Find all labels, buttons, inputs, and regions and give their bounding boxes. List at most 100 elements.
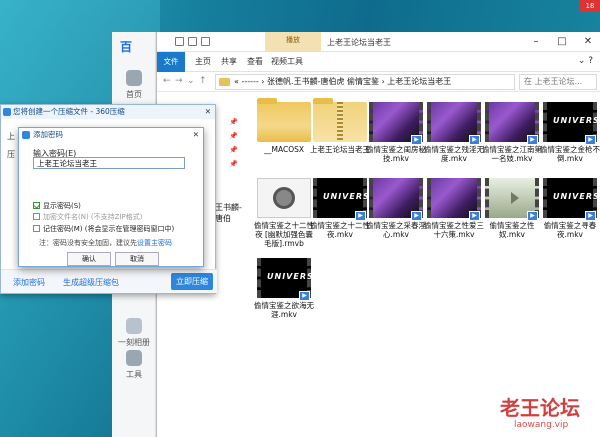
- file-item[interactable]: UNIVERSE ▶ 偷情宝鉴之十二性夜.mkv: [309, 178, 375, 239]
- app-360-icon: [3, 108, 11, 116]
- password-dialog-header: 添加密码 ✕: [19, 128, 203, 142]
- play-icon: ▶: [585, 211, 596, 221]
- file-item[interactable]: ▶ 偷情宝鉴之性奴.mkv: [481, 178, 543, 239]
- address-bar-row: ← → ⌄ ↑ « ------ › 张德帆.王书麟-唐伯虎 偷情宝鉴 › 上老…: [157, 72, 600, 92]
- file-name: 上老王论坛当老王: [310, 145, 370, 154]
- album-icon: [126, 318, 142, 334]
- set-master-password-link[interactable]: 设置主密码: [137, 239, 172, 247]
- watermark-url: laowang.vip: [514, 420, 569, 430]
- left-label: 上: [7, 132, 15, 141]
- minimize-button[interactable]: –: [523, 32, 549, 52]
- remember-password-checkbox[interactable]: 记住密码(M) (将会显示在管理密码窗口中): [33, 224, 174, 234]
- pin-icon[interactable]: 📌: [229, 132, 238, 140]
- watermark-title: 老王论坛: [500, 396, 580, 420]
- play-icon: ▶: [527, 135, 538, 145]
- file-item[interactable]: __MACOSX: [253, 98, 315, 154]
- play-icon: ▶: [299, 291, 310, 301]
- dialog-title: 您将创建一个压缩文件 - 360压缩: [13, 107, 125, 116]
- recent-icon[interactable]: ⌄: [187, 76, 195, 86]
- video-thumbnail: UNIVERSE▶: [543, 102, 600, 145]
- nav-home[interactable]: 首页: [112, 70, 156, 100]
- nav-album[interactable]: 一刻相册: [112, 318, 156, 348]
- file-name: __MACOSX: [263, 145, 304, 154]
- file-item[interactable]: ▶ 偷情宝鉴之残淫无度.mkv: [423, 102, 485, 163]
- folder-icon: [219, 78, 230, 86]
- compress-footer: 添加密码 生成超级压缩包 立即压缩: [1, 269, 217, 293]
- pin-icon[interactable]: 📌: [229, 118, 238, 126]
- file-item[interactable]: ▶ 偷情宝鉴之江南第一名妓.mkv: [481, 102, 543, 163]
- video-thumbnail: ▶: [485, 102, 539, 145]
- up-icon[interactable]: ↑: [199, 76, 207, 86]
- ok-button[interactable]: 确认: [67, 252, 111, 266]
- tab-file[interactable]: 文件: [157, 52, 185, 72]
- address-bar[interactable]: « ------ › 张德帆.王书麟-唐伯虎 偷情宝鉴 › 上老王论坛当老王: [215, 74, 515, 90]
- file-name: 偷情宝鉴之闺房秘技.mkv: [366, 145, 426, 163]
- show-password-checkbox[interactable]: 显示密码(S): [33, 201, 81, 211]
- file-name: 偷情宝鉴之采春淫心.mkv: [366, 221, 426, 239]
- app-logo: 百: [120, 40, 133, 54]
- file-name: 偷情宝鉴之残淫无度.mkv: [424, 145, 484, 163]
- lock-icon: [22, 131, 30, 139]
- maximize-button[interactable]: □: [549, 32, 575, 52]
- forward-icon[interactable]: →: [175, 76, 183, 86]
- video-thumbnail: ▶: [369, 178, 423, 221]
- zip-folder-icon: [313, 98, 367, 142]
- tab-share[interactable]: 共享: [221, 52, 237, 72]
- cancel-button[interactable]: 取消: [115, 252, 159, 266]
- notification-badge: 18: [580, 0, 600, 12]
- dialog-title: 添加密码: [33, 130, 63, 139]
- file-item[interactable]: ▶ 偷情宝鉴之性爱三十六策.mkv: [423, 178, 485, 239]
- ribbon-tabs: 文件 主页 共享 查看 视频工具 ⌄ ?: [157, 52, 600, 72]
- add-password-link[interactable]: 添加密码: [13, 277, 45, 288]
- add-password-dialog: 添加密码 ✕ 输入密码(E) 显示密码(S) 加密文件名(N) (不支持ZIP格…: [18, 127, 204, 267]
- title-bar: 上老王论坛当老王 – □ ✕: [157, 32, 600, 52]
- play-context-tab: 播放: [286, 36, 300, 44]
- video-thumbnail: ▶: [427, 102, 481, 145]
- video-thumbnail: ▶: [427, 178, 481, 221]
- film-reel-icon: [257, 178, 311, 218]
- play-icon: ▶: [527, 211, 538, 221]
- window-title: 上老王论坛当老王: [327, 38, 391, 47]
- start-compress-button[interactable]: 立即压缩: [171, 273, 213, 290]
- close-button[interactable]: ✕: [575, 32, 600, 52]
- play-icon: ▶: [411, 211, 422, 221]
- file-item[interactable]: UNIVERSE▶偷情宝鉴之金枪不倒.mkv: [539, 102, 600, 163]
- home-icon: [126, 70, 142, 86]
- tab-video-tools[interactable]: 视频工具: [271, 52, 303, 72]
- close-icon[interactable]: ✕: [205, 105, 211, 119]
- tools-icon: [126, 350, 142, 366]
- ribbon-expand-icon[interactable]: ⌄ ?: [578, 56, 593, 66]
- file-name: 偷情宝鉴之性爱三十六策.mkv: [424, 221, 484, 239]
- video-thumbnail: UNIVERSE▶: [543, 178, 600, 221]
- pin-icon[interactable]: 📌: [229, 146, 238, 154]
- file-explorer-window: 上老王论坛当老王 – □ ✕ 播放 文件 主页 共享 查看 视频工具 ⌄ ? ←…: [156, 32, 600, 437]
- file-item[interactable]: 上老王论坛当老王: [309, 98, 371, 154]
- sidebar-item-label[interactable]: 王书麟-唐伯: [215, 202, 247, 224]
- video-thumbnail: UNIVERSE▶: [257, 258, 319, 301]
- file-name: 偷情宝鉴之江南第一名妓.mkv: [482, 145, 542, 163]
- compress-dialog-header: 您将创建一个压缩文件 - 360压缩 ✕: [1, 105, 215, 119]
- password-input[interactable]: [33, 157, 185, 169]
- play-icon: ▶: [411, 135, 422, 145]
- nav-tools[interactable]: 工具: [112, 350, 156, 380]
- tab-home[interactable]: 主页: [195, 52, 211, 72]
- tab-view[interactable]: 查看: [247, 52, 263, 72]
- file-item[interactable]: UNIVERSE▶偷情宝鉴之寻春夜.mkv: [539, 178, 600, 239]
- quick-access-toolbar[interactable]: [175, 37, 210, 46]
- video-thumbnail: ▶: [369, 102, 423, 145]
- pin-icon[interactable]: 📌: [229, 160, 238, 168]
- self-extract-link[interactable]: 生成超级压缩包: [63, 277, 119, 288]
- search-input[interactable]: 在 上老王论坛...: [519, 74, 597, 90]
- file-item[interactable]: ▶ 偷情宝鉴之闺房秘技.mkv: [365, 102, 427, 163]
- encrypt-filenames-checkbox[interactable]: 加密文件名(N) (不支持ZIP格式): [33, 212, 142, 222]
- file-item[interactable]: 偷情宝鉴之十二性夜 [幽默加强色囊毛版].rmvb: [253, 178, 315, 248]
- file-item[interactable]: ▶ 偷情宝鉴之采春淫心.mkv: [365, 178, 427, 239]
- video-thumbnail: UNIVERSE▶: [313, 178, 375, 221]
- file-item[interactable]: UNIVERSE ▶ 偷情宝鉴之欲海无涯.mkv: [253, 258, 319, 319]
- file-name: 偷情宝鉴之欲海无涯.mkv: [254, 301, 314, 319]
- video-thumbnail: ▶: [485, 178, 539, 221]
- back-icon[interactable]: ←: [163, 76, 171, 86]
- play-icon: ▶: [585, 135, 596, 145]
- file-name: 偷情宝鉴之性奴.mkv: [489, 221, 535, 239]
- close-icon[interactable]: ✕: [193, 128, 199, 142]
